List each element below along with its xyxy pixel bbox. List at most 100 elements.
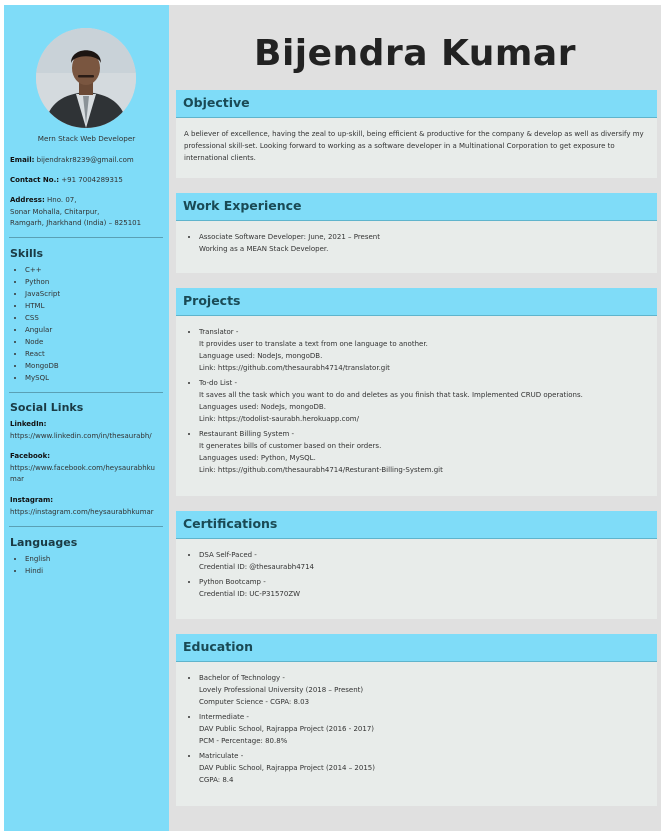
project-link[interactable]: Link: https://todolist-saurabh.herokuapp… [199,413,649,425]
skills-list: C++ Python JavaScript HTML CSS Angular N… [25,264,60,384]
linkedin-link[interactable]: https://www.linkedin.com/in/thesaurabh/ [10,432,152,440]
skill-item: Node [25,336,60,348]
linkedin-info: LinkedIn: https://www.linkedin.com/in/th… [10,419,162,442]
section-heading: Certifications [176,511,657,539]
item-line: Credential ID: UC-P31570ZW [199,590,301,598]
skill-item: HTML [25,300,60,312]
item-line: PCM - Percentage: 80.8% [199,737,288,745]
item-line: CGPA: 8.4 [199,776,234,784]
objective-text: A believer of excellence, having the zea… [184,130,644,162]
item-line: To-do List - [199,379,237,387]
item-line: Intermediate - [199,713,249,721]
item-line: DAV Public School, Rajrappa Project (201… [199,725,375,733]
facebook-label: Facebook: [10,452,51,460]
section-body: Bachelor of Technology - Lovely Professi… [176,662,657,797]
item-line: Lovely Professional University (2018 – P… [199,686,364,694]
list-item: Restaurant Billing System - It generates… [199,428,649,476]
language-item: Hindi [25,565,50,577]
address-line-1: Hno. 07, [47,196,77,204]
education-section: Education Bachelor of Technology - Lovel… [176,634,657,806]
list-item: DSA Self-Paced - Credential ID: @thesaur… [199,549,649,573]
section-body: DSA Self-Paced - Credential ID: @thesaur… [176,539,657,611]
list-item: Associate Software Developer: June, 2021… [199,231,649,255]
list-item: Bachelor of Technology - Lovely Professi… [199,672,649,708]
skill-item: Angular [25,324,60,336]
email-value[interactable]: bijendrakr8239@gmail.com [37,156,134,164]
instagram-link[interactable]: https://instagram.com/heysaurabhkumar [10,508,154,516]
work-experience-section: Work Experience Associate Software Devel… [176,193,657,273]
instagram-label: Instagram: [10,496,54,504]
languages-list: English Hindi [25,553,50,577]
section-body: A believer of excellence, having the zea… [176,118,657,172]
list-item: Translator - It provides user to transla… [199,326,649,374]
projects-section: Projects Translator - It provides user t… [176,288,657,496]
sidebar: Mern Stack Web Developer Email: bijendra… [4,5,169,831]
item-line: It generates bills of customer based on … [199,442,382,450]
address-line-2: Sonar Mohalla, Chitarpur, [10,207,100,216]
contact-label: Contact No.: [10,176,60,184]
item-line: Matriculate - [199,752,244,760]
main-content: Bijendra Kumar Objective A believer of e… [169,5,661,831]
project-link[interactable]: Link: https://github.com/thesaurabh4714/… [199,362,649,374]
list-item: Intermediate - DAV Public School, Rajrap… [199,711,649,747]
skill-item: JavaScript [25,288,60,300]
item-line: Working as a MEAN Stack Developer. [199,245,329,253]
section-body: Translator - It provides user to transla… [176,316,657,487]
sidebar-divider [9,392,163,393]
section-heading: Projects [176,288,657,316]
skills-heading: Skills [10,247,44,260]
skill-item: MongoDB [25,360,60,372]
item-line: Translator - [199,328,239,336]
facebook-link-line-2: mar [10,475,24,483]
item-line: Associate Software Developer: June, 2021… [199,233,380,241]
item-line: DSA Self-Paced - [199,551,257,559]
item-line: It saves all the task which you want to … [199,391,583,399]
item-line: Language used: NodeJs, mongoDB. [199,352,323,360]
section-heading: Objective [176,90,657,118]
instagram-info: Instagram: https://instagram.com/heysaur… [10,495,162,518]
language-item: English [25,553,50,565]
facebook-info: Facebook: https://www.facebook.com/heysa… [10,451,162,486]
item-line: It provides user to translate a text fro… [199,340,428,348]
item-line: Languages used: Python, MySQL. [199,454,316,462]
job-role: Mern Stack Web Developer [37,134,136,143]
address-line-3: Ramgarh, Jharkhand (India) – 825101 [10,219,142,227]
item-line: Restaurant Billing System - [199,430,295,438]
skill-item: MySQL [25,372,60,384]
facebook-link-line-1: https://www.facebook.com/heysaurabhku [10,463,155,472]
facebook-link[interactable]: https://www.facebook.com/heysaurabhku ma… [10,464,155,484]
project-link[interactable]: Link: https://github.com/thesaurabh4714/… [199,464,649,476]
contact-info: Contact No.: +91 7004289315 [10,175,162,187]
address-info: Address: Hno. 07, Sonar Mohalla, Chitarp… [10,195,162,230]
resume-page: Mern Stack Web Developer Email: bijendra… [4,5,661,831]
item-line: Computer Science - CGPA: 8.03 [199,698,310,706]
linkedin-label: LinkedIn: [10,420,47,428]
item-line: Bachelor of Technology - [199,674,285,682]
sidebar-divider [9,237,163,238]
list-item: To-do List - It saves all the task which… [199,377,649,425]
section-heading: Education [176,634,657,662]
certifications-section: Certifications DSA Self-Paced - Credenti… [176,511,657,619]
section-body: Associate Software Developer: June, 2021… [176,221,657,266]
skill-item: CSS [25,312,60,324]
list-item: Python Bootcamp - Credential ID: UC-P315… [199,576,649,600]
section-heading: Work Experience [176,193,657,221]
page-title: Bijendra Kumar [254,33,576,74]
item-line: Languages used: NodeJs, mongoDB. [199,403,326,411]
skill-item: Python [25,276,60,288]
address-label: Address: [10,196,45,204]
avatar [36,28,136,128]
languages-heading: Languages [10,536,78,549]
profile-photo [36,28,136,128]
skill-item: React [25,348,60,360]
objective-section: Objective A believer of excellence, havi… [176,90,657,178]
skill-item: C++ [25,264,60,276]
social-links-heading: Social Links [10,401,84,414]
list-item: Matriculate - DAV Public School, Rajrapp… [199,750,649,786]
item-line: Credential ID: @thesaurabh4714 [199,563,315,571]
contact-value: +91 7004289315 [61,176,123,184]
item-line: DAV Public School, Rajrappa Project (201… [199,764,375,772]
sidebar-divider [9,526,163,527]
email-label: Email: [10,156,35,164]
email-info: Email: bijendrakr8239@gmail.com [10,155,162,167]
